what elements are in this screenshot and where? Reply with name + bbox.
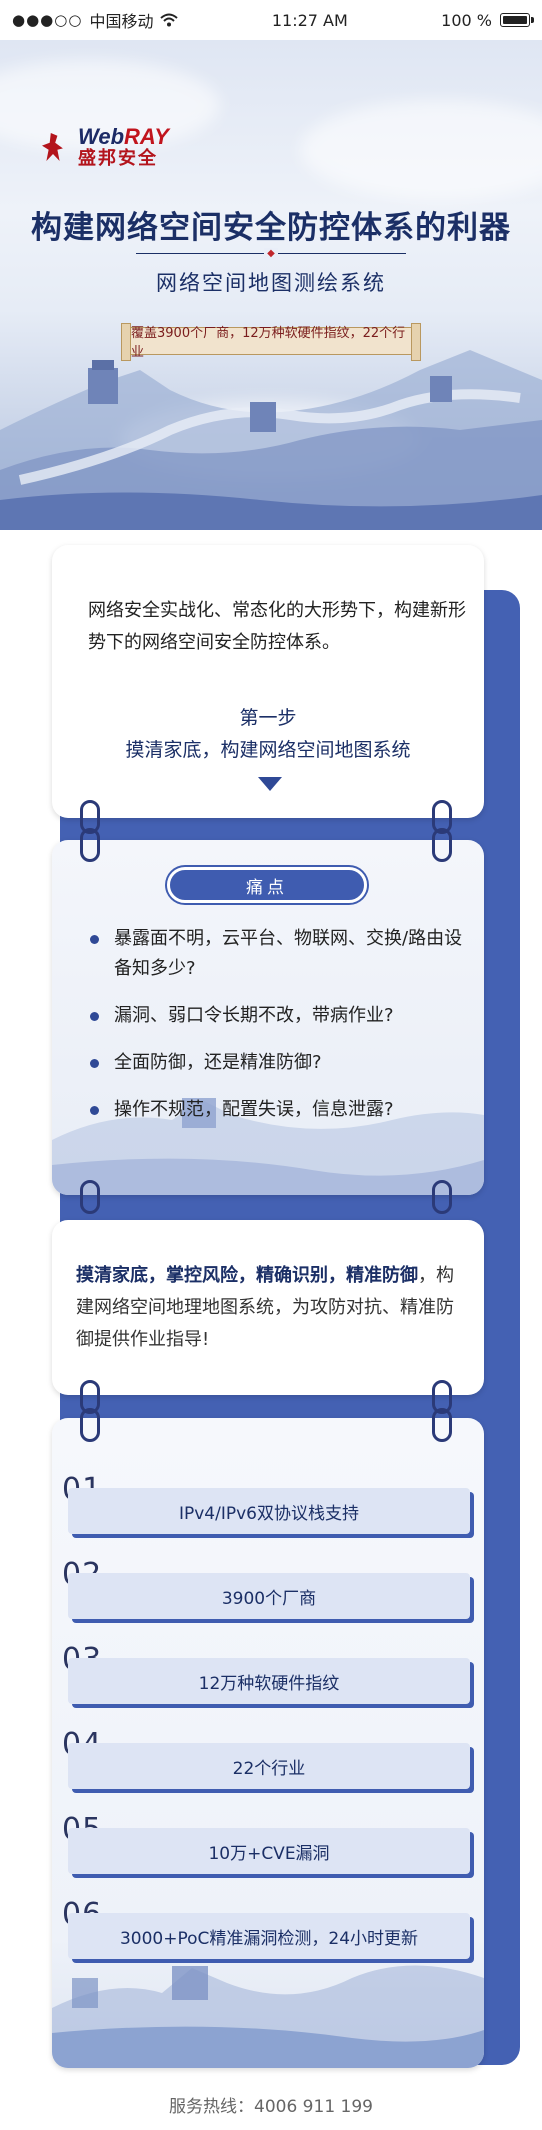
arrow-down-icon — [258, 777, 282, 791]
binder-ring-icon — [432, 1408, 452, 1442]
logo-mark-icon — [38, 127, 72, 167]
signal-strength-icon: ●●●○○ — [12, 11, 83, 29]
summary-text: 摸清家底，掌控风险，精确识别，精准防御，构建网络空间地理地图系统，为攻防对抗、精… — [76, 1260, 464, 1356]
list-item: 暴露面不明，云平台、物联网、交换/路由设备知多少? — [80, 924, 470, 984]
pain-points-title: 痛点 — [167, 867, 367, 903]
webray-logo: WebRAY 盛邦安全 — [38, 126, 169, 168]
feature-row: 03 12万种软硬件指纹 — [62, 1642, 470, 1704]
coverage-scroll-banner: 覆盖3900个厂商，12万种软硬件指纹，22个行业 — [121, 323, 421, 361]
logo-text-cn: 盛邦安全 — [78, 148, 158, 169]
battery-percent: 100 % — [441, 10, 492, 30]
logo-text-web: Web — [78, 124, 125, 149]
pain-points-card: 痛点 暴露面不明，云平台、物联网、交换/路由设备知多少? 漏洞、弱口令长期不改，… — [52, 840, 484, 1195]
feature-row: 05 10万+CVE漏洞 — [62, 1812, 470, 1874]
feature-row: 04 22个行业 — [62, 1727, 470, 1789]
list-item: 全面防御，还是精准防御? — [80, 1048, 470, 1078]
list-item: 操作不规范，配置失误，信息泄露? — [80, 1095, 470, 1125]
step-text: 摸清家底，构建网络空间地图系统 — [125, 739, 411, 761]
features-card: 01 IPv4/IPv6双协议栈支持 02 3900个厂商 03 12万种软硬件… — [52, 1418, 484, 2068]
feature-label: 3000+PoC精准漏洞检测，24小时更新 — [68, 1913, 470, 1959]
feature-label: 12万种软硬件指纹 — [68, 1658, 470, 1704]
intro-text: 网络安全实战化、常态化的大形势下，构建新形势下的网络空间安全防控体系。 — [88, 600, 466, 653]
pain-points-list: 暴露面不明，云平台、物联网、交换/路由设备知多少? 漏洞、弱口令长期不改，带病作… — [80, 924, 470, 1142]
page: { "status_bar": { "signal": "●●●○○", "ca… — [0, 0, 542, 2130]
status-bar: ●●●○○ 中国移动 11:27 AM 100 % — [0, 0, 542, 40]
feature-label: 10万+CVE漏洞 — [68, 1828, 470, 1874]
carrier-name: 中国移动 — [89, 12, 154, 31]
list-item: 漏洞、弱口令长期不改，带病作业? — [80, 1001, 470, 1031]
feature-label: IPv4/IPv6双协议栈支持 — [68, 1488, 470, 1534]
feature-label: 3900个厂商 — [68, 1573, 470, 1619]
clock: 11:27 AM — [271, 10, 348, 30]
feature-row: 06 3000+PoC精准漏洞检测，24小时更新 — [62, 1897, 470, 1959]
binder-ring-icon — [80, 828, 100, 862]
service-hotline[interactable]: 服务热线：4006 911 199 — [0, 2092, 542, 2117]
binder-ring-icon — [432, 1180, 452, 1214]
intro-card: 网络安全实战化、常态化的大形势下，构建新形势下的网络空间安全防控体系。 第一步 … — [52, 545, 484, 818]
feature-label: 22个行业 — [68, 1743, 470, 1789]
binder-ring-icon — [80, 1180, 100, 1214]
binder-ring-icon — [432, 828, 452, 862]
logo-text-ray: RAY — [124, 124, 169, 149]
step-label: 第一步 — [239, 707, 297, 729]
feature-row: 02 3900个厂商 — [62, 1557, 470, 1619]
battery-icon — [500, 13, 534, 27]
page-title: 构建网络空间安全防控体系的利器 — [31, 210, 511, 246]
page-subtitle: 网络空间地图测绘系统 — [156, 271, 386, 295]
summary-bold: 摸清家底，掌控风险，精确识别，精准防御 — [76, 1265, 418, 1286]
summary-card: 摸清家底，掌控风险，精确识别，精准防御，构建网络空间地理地图系统，为攻防对抗、精… — [52, 1220, 484, 1395]
wifi-icon — [160, 13, 179, 27]
binder-ring-icon — [80, 1408, 100, 1442]
feature-row: 01 IPv4/IPv6双协议栈支持 — [62, 1472, 470, 1534]
title-divider: ◆ — [136, 248, 406, 260]
